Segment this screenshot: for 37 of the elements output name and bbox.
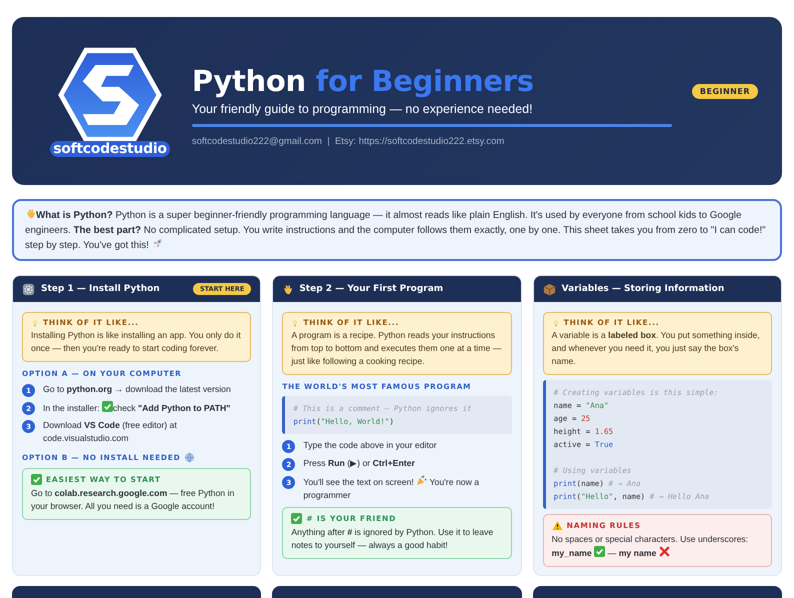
party-popper-icon — [416, 475, 428, 486]
lightbulb-icon — [552, 318, 560, 326]
card-title: Step 1 — Install Python — [41, 284, 161, 294]
lightbulb-icon — [31, 318, 39, 326]
warning-icon — [552, 520, 563, 531]
callout-text: No spaces or special characters. Use underscores: my_name — my name — [552, 533, 750, 560]
logo-text: softcodestudio — [50, 141, 170, 157]
callout-text: Go to colab.research.google.com — free Python in your browser. All you need is a Google account! — [31, 487, 236, 513]
callout-text: A variable is a labeled box. You put something inside, and whenever you need it, you just say the box's name. — [552, 329, 761, 368]
rocket-icon — [152, 238, 163, 249]
gear-icon — [22, 282, 35, 296]
callout-text: Installing Python is like installing an app. You only do it once — then you're ready to start coding forever. — [31, 329, 242, 355]
callout-text: Anything after # is ignored by Python. Use it to leave notes to yourself — always a good habit! — [291, 526, 494, 552]
level-badge: BEGINNER — [692, 84, 758, 98]
globe-icon — [184, 452, 196, 463]
lightbulb-icon — [291, 318, 300, 326]
step-text: Go to python.org → download the latest version — [43, 383, 231, 396]
step-text: You'll see the text on screen! You're now a programmer — [303, 475, 480, 502]
card-title: Step 2 — Your First Program — [299, 284, 444, 294]
contact-line: softcodestudio222@gmail.com | Etsy: https://softcodestudio222.etsy.com — [192, 136, 506, 146]
callout-text: A program is a recipe. Python reads your instructions from top to bottom and executes them one at a time — just like following a cooking recipe. — [291, 329, 502, 368]
step-text: In the installer: check "Add Python to PATH" — [43, 401, 230, 415]
check-icon — [31, 474, 42, 485]
box-icon — [542, 282, 556, 296]
check-icon — [594, 546, 606, 557]
hand-icon — [25, 208, 36, 219]
step-text: Type the code above in your editor — [303, 439, 437, 452]
intro-paragraph: What is Python? Python is a super beginner-friendly programming language — it almost reads like plain English. It's used by everyone from school kids to Google engineers. The best part? No complicated setup. You write instructions and the computer follows them exactly, one by one. This sheet takes you from zero to "I can code!" step by step. You've got this! — [12, 199, 782, 261]
hand-icon — [282, 284, 294, 294]
page-title: Python for Beginners — [192, 64, 535, 98]
step-text: Download VS Code (free editor) at code.visualstudio.com — [43, 419, 178, 445]
check-icon — [291, 513, 302, 524]
card-title: Variables — Storing Information — [562, 284, 726, 294]
subtitle: Your friendly guide to programming — no experience needed! — [192, 102, 534, 116]
cross-icon — [658, 546, 670, 557]
step-text: Press Run (▶) or Ctrl+Enter — [303, 457, 415, 470]
check-icon — [102, 401, 113, 412]
